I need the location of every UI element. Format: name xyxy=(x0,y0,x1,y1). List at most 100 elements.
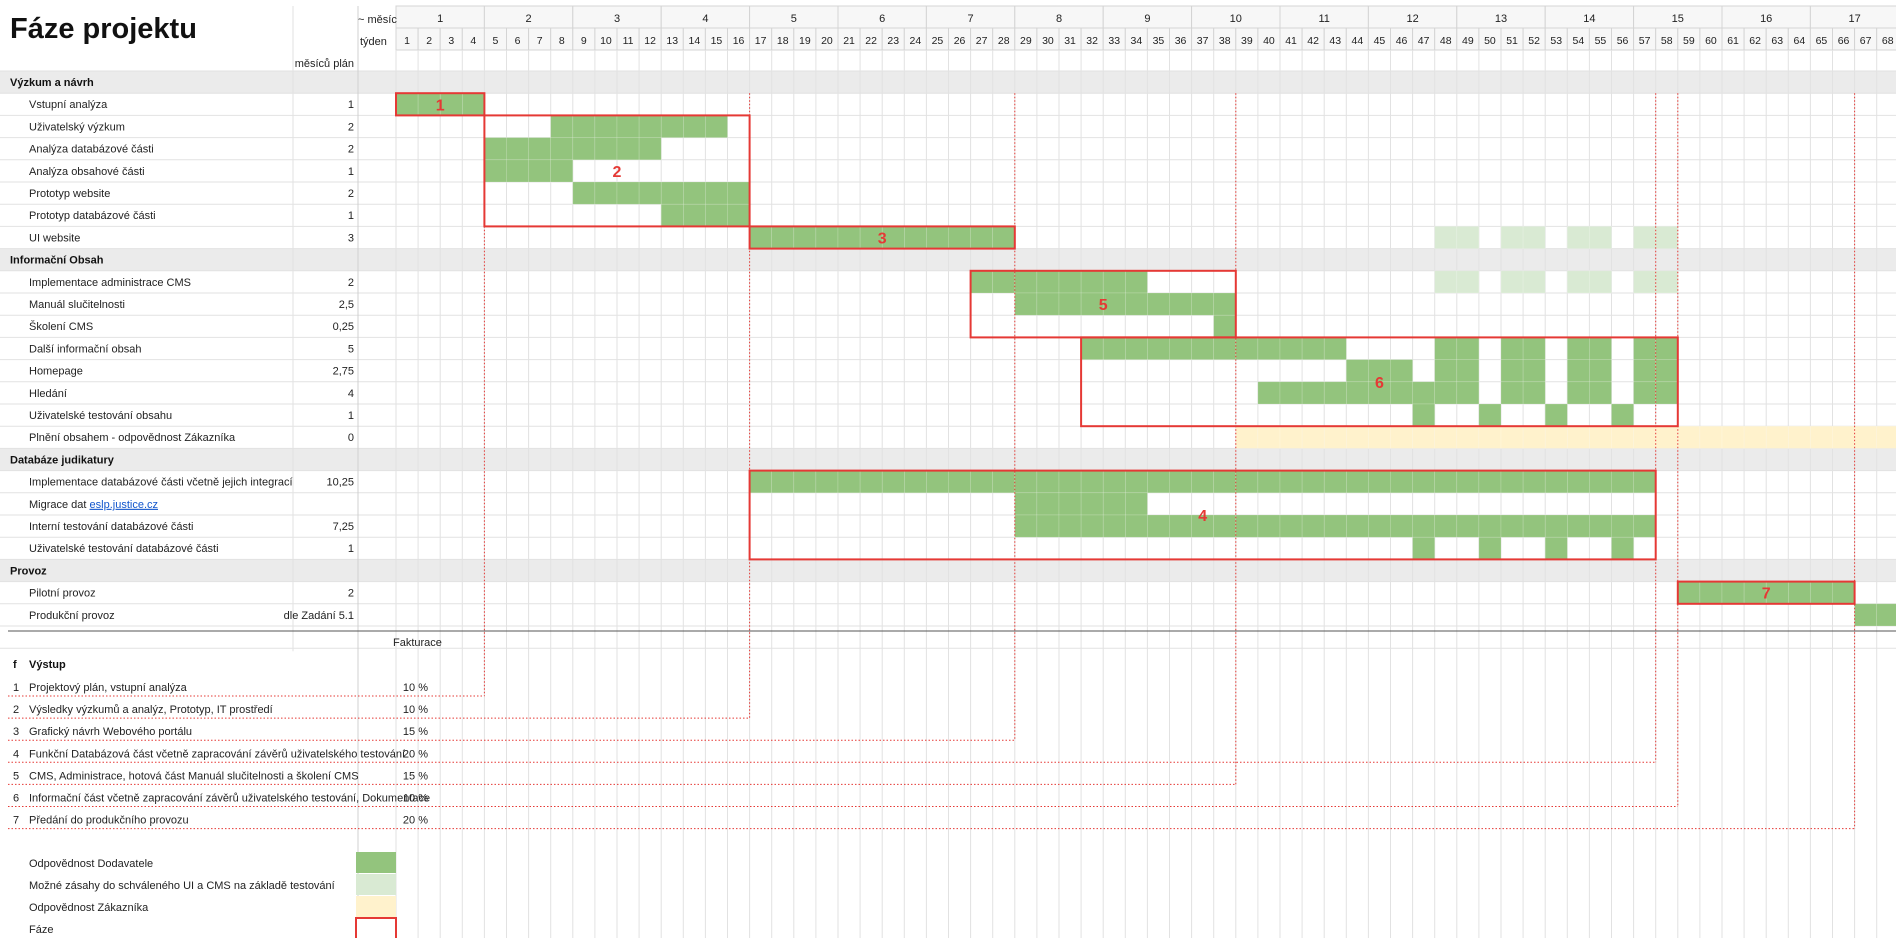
bar-cell xyxy=(1633,425,1656,449)
week-header-label: 17 xyxy=(755,35,767,47)
legend-label: Odpovědnost Zákazníka xyxy=(29,902,149,914)
bar-cell xyxy=(1102,470,1126,494)
bar-cell xyxy=(1655,425,1679,449)
bar-cell xyxy=(660,115,684,138)
week-header-label: 14 xyxy=(689,35,701,47)
task-label: Uživatelský výzkum xyxy=(29,121,125,133)
week-header-label: 53 xyxy=(1550,35,1562,47)
bar-cell xyxy=(1788,581,1811,605)
bar-cell xyxy=(992,226,1016,249)
billing-output: Funkční Databázová část včetně zapracová… xyxy=(29,748,405,760)
bar-cell xyxy=(1257,470,1281,494)
week-header-label: 39 xyxy=(1241,35,1253,47)
phase-label: 1 xyxy=(436,97,445,114)
bar-cell xyxy=(550,115,574,138)
billing-number: 7 xyxy=(13,815,19,827)
bar-cell xyxy=(1567,270,1590,294)
week-header-label: 47 xyxy=(1418,35,1430,47)
bar-cell xyxy=(550,159,574,183)
bar-cell xyxy=(660,203,684,227)
bar-cell xyxy=(1036,292,1060,316)
bar-cell xyxy=(1058,470,1082,494)
bar-cell xyxy=(1058,270,1082,294)
bar-cell xyxy=(1544,536,1568,560)
bar-cell xyxy=(484,137,507,161)
bar-cell xyxy=(705,115,728,138)
bar-cell xyxy=(1257,337,1281,360)
bar-cell xyxy=(1832,581,1855,605)
bar-cell xyxy=(1257,425,1281,449)
bar-cell xyxy=(1102,270,1126,294)
bar-cell xyxy=(1213,514,1237,538)
bar-cell xyxy=(1655,337,1679,360)
billing-percent: 10 % xyxy=(403,793,428,805)
week-header-label: 28 xyxy=(998,35,1010,47)
bar-cell xyxy=(461,92,485,116)
bar-cell xyxy=(1346,381,1369,405)
phase-label: 2 xyxy=(613,164,622,181)
month-header-label: 14 xyxy=(1583,13,1595,25)
bar-cell xyxy=(1500,381,1524,405)
task-label: Uživatelské testování databázové části xyxy=(29,543,219,555)
bar-cell xyxy=(1390,425,1413,449)
bar-cell xyxy=(572,181,596,205)
billing-output: CMS, Administrace, hotová část Manuál sl… xyxy=(29,770,359,782)
bar-cell xyxy=(1611,514,1634,538)
week-header-label: 44 xyxy=(1352,35,1364,47)
week-header-label: 55 xyxy=(1595,35,1607,47)
bar-cell xyxy=(1058,492,1082,516)
bar-cell xyxy=(992,270,1016,294)
bar-cell xyxy=(815,226,839,249)
bar-cell xyxy=(1279,337,1303,360)
bar-cell xyxy=(1036,270,1060,294)
bar-cell xyxy=(1434,514,1458,538)
bar-cell xyxy=(1368,514,1391,538)
month-header-label: 1 xyxy=(437,13,443,25)
bar-cell xyxy=(1456,359,1480,383)
bar-cell xyxy=(682,203,706,227)
month-header-label: 10 xyxy=(1230,13,1242,25)
bar-cell xyxy=(992,470,1016,494)
bar-cell xyxy=(1589,381,1612,405)
bar-cell xyxy=(1323,514,1347,538)
billing-output: Předání do produkčního provozu xyxy=(29,815,189,827)
bar-cell xyxy=(660,181,684,205)
bar-cell xyxy=(638,115,662,138)
task-label: Hledání xyxy=(29,388,67,400)
bar-cell xyxy=(1014,492,1038,516)
legend-swatch xyxy=(355,917,397,938)
bar-cell xyxy=(1500,270,1524,294)
week-header-label: 62 xyxy=(1749,35,1761,47)
bar-cell xyxy=(1014,270,1038,294)
bar-cell xyxy=(1633,337,1656,360)
bar-cell xyxy=(749,470,772,494)
task-link[interactable]: eslp.justice.cz xyxy=(90,499,158,511)
month-header-label: 5 xyxy=(791,13,797,25)
bar-cell xyxy=(1633,359,1656,383)
bar-cell xyxy=(1301,514,1325,538)
week-header-label: 40 xyxy=(1263,35,1275,47)
billing-number: 5 xyxy=(13,770,19,782)
bar-cell xyxy=(1323,337,1347,360)
task-plan: 7,25 xyxy=(333,521,354,533)
month-header-label: 3 xyxy=(614,13,620,25)
section-label: Informační Obsah xyxy=(10,255,104,267)
bar-cell xyxy=(1655,381,1679,405)
week-header-label: 20 xyxy=(821,35,833,47)
bar-cell xyxy=(1058,514,1082,538)
bar-cell xyxy=(705,203,728,227)
task-plan: 1 xyxy=(348,543,354,555)
plan-label: měsíců plán xyxy=(295,58,354,70)
week-header-label: 19 xyxy=(799,35,811,47)
week-header-label: 5 xyxy=(493,35,499,47)
bar-cell xyxy=(1633,381,1656,405)
page-title: Fáze projektu xyxy=(10,13,197,45)
bar-cell xyxy=(1589,470,1612,494)
task-plan: 2,5 xyxy=(339,299,354,311)
section-label: Výzkum a návrh xyxy=(10,77,94,89)
task-plan: dle Zadání 5.1 xyxy=(284,610,354,622)
bar-cell xyxy=(1014,514,1038,538)
bar-cell xyxy=(1655,359,1679,383)
phase-label: 7 xyxy=(1762,586,1771,603)
bar-cell xyxy=(1810,581,1833,605)
